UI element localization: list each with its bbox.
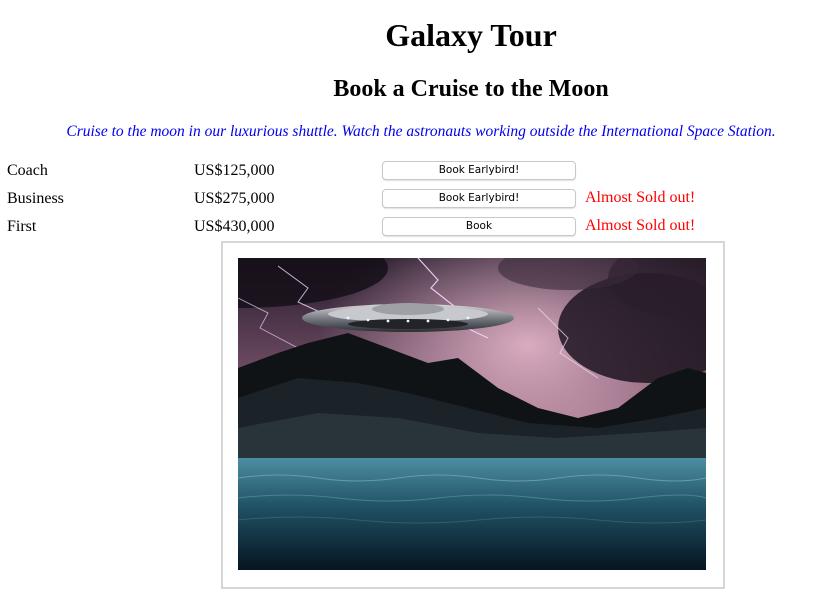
photo-frame: [221, 241, 725, 589]
book-first-button[interactable]: Book: [382, 217, 576, 236]
ufo-over-lake-image: [238, 258, 706, 570]
fare-price: US$430,000: [194, 218, 275, 235]
book-coach-button[interactable]: Book Earlybird!: [382, 161, 576, 180]
fare-status: Almost Sold out!: [585, 217, 696, 234]
fare-row-coach: Coach US$125,000 Book Earlybird!: [0, 157, 822, 185]
book-business-button[interactable]: Book Earlybird!: [382, 189, 576, 208]
fare-class: Business: [7, 190, 64, 207]
page-subtitle: Book a Cruise to the Moon: [333, 76, 609, 102]
fare-row-business: Business US$275,000 Book Earlybird! Almo…: [0, 185, 822, 213]
fare-class: Coach: [7, 162, 48, 179]
page: Galaxy Tour Book a Cruise to the Moon Cr…: [0, 0, 822, 597]
fare-price: US$275,000: [194, 190, 275, 207]
fare-status: Almost Sold out!: [585, 189, 696, 206]
tagline: Cruise to the moon in our luxurious shut…: [66, 123, 776, 140]
fare-row-first: First US$430,000 Book Almost Sold out!: [0, 213, 822, 241]
fare-class: First: [7, 218, 37, 235]
fare-price: US$125,000: [194, 162, 275, 179]
page-title: Galaxy Tour: [385, 17, 557, 53]
